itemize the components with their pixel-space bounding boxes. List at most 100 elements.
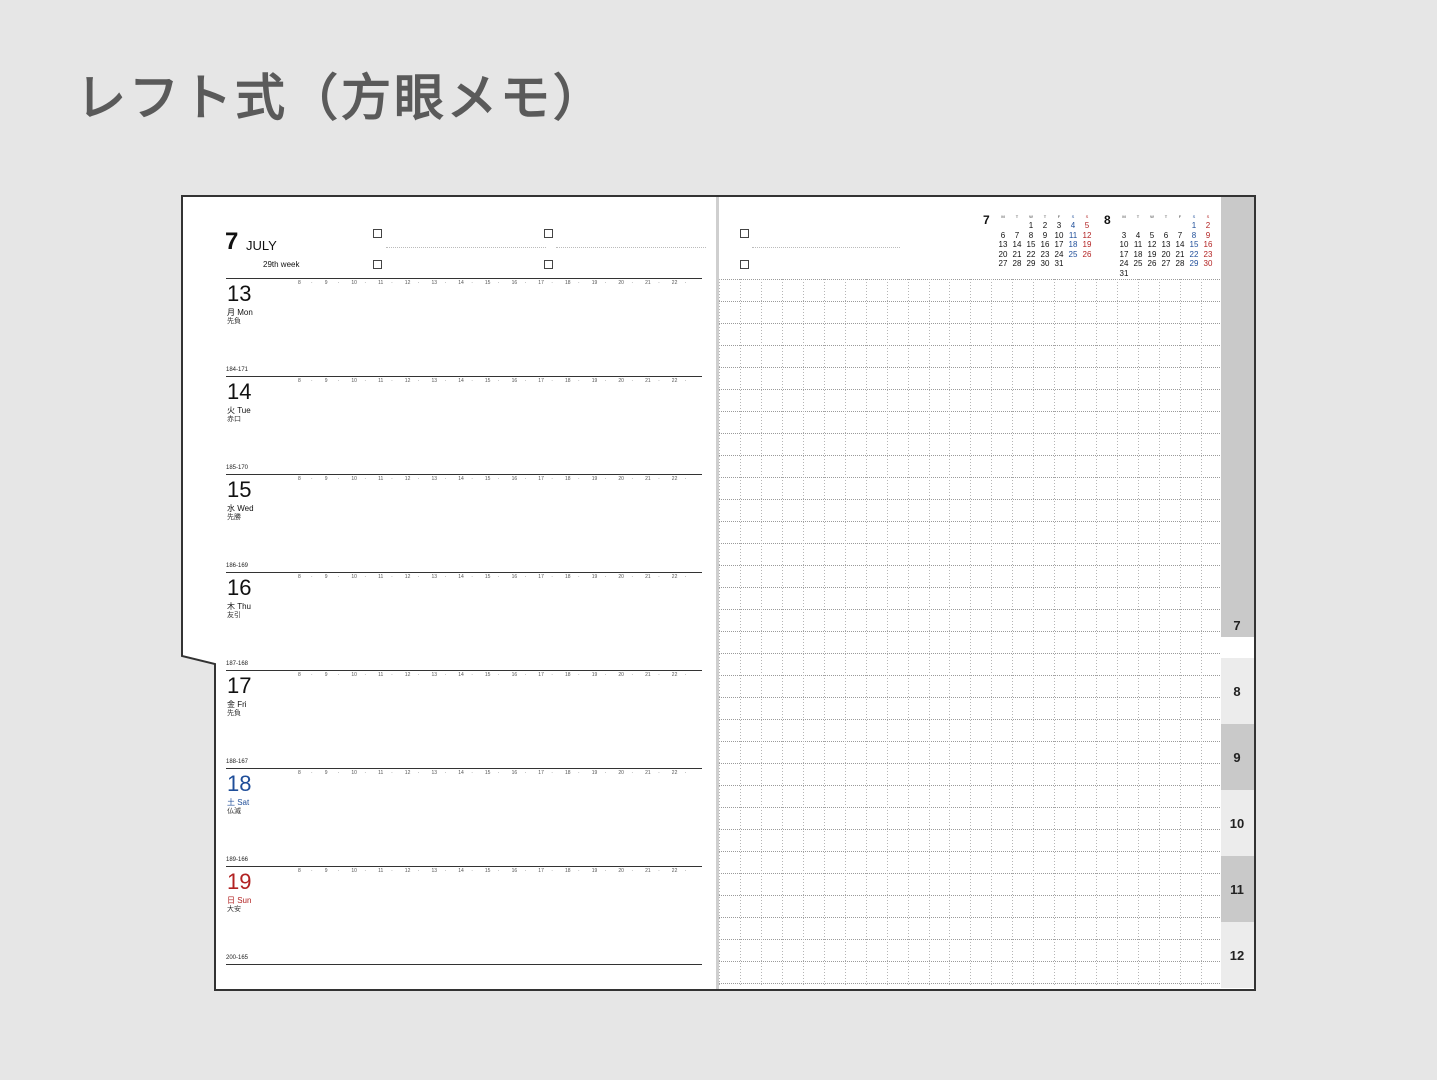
half-hour-dot: · [417, 476, 420, 482]
hour-tick: 15 [484, 574, 491, 580]
half-hour-dot: · [391, 770, 393, 776]
calendar-date: 1 [1191, 221, 1197, 230]
calendar-date: 5 [1149, 230, 1155, 240]
month-tab-label[interactable]: 10 [1222, 816, 1252, 831]
hour-tick: 12 [404, 770, 411, 776]
hour-tick: 19 [591, 574, 598, 580]
half-hour-dot: · [684, 770, 687, 776]
half-hour-dot: · [311, 378, 313, 384]
hour-tick: 8 [298, 378, 301, 384]
half-hour-dot: · [471, 280, 473, 286]
month-tab-label[interactable]: 11 [1222, 882, 1252, 897]
half-hour-dot: · [684, 574, 687, 580]
hour-tick: 14 [458, 280, 464, 286]
half-hour-dot: · [417, 770, 420, 776]
half-hour-dot: · [604, 770, 607, 776]
checkbox[interactable] [544, 229, 553, 238]
month-tab-label[interactable]: 9 [1222, 750, 1252, 765]
calendar-date: 27 [998, 259, 1008, 268]
half-hour-dot: · [311, 672, 313, 678]
hour-tick: 18 [565, 574, 571, 580]
week-label: 29th week [263, 260, 300, 269]
half-hour-dot: · [471, 868, 473, 874]
weekday-header: F [1057, 214, 1061, 219]
day-row[interactable]: 19 日 Sun 大安 200-165 8 · 9 · 10 · 11 · 12 · 13 · 14 · 15 · 16… [226, 866, 702, 964]
half-hour-dot: · [311, 574, 313, 580]
calendar-date: 17 [1119, 249, 1129, 259]
calendar-date: 27 [1161, 259, 1171, 268]
day-count: 200-165 [226, 955, 249, 961]
half-hour-dot: · [631, 280, 634, 286]
day-number: 17 [227, 673, 252, 698]
calendar-date: 15 [1189, 240, 1199, 249]
grid-memo-area[interactable] [719, 279, 1221, 985]
half-hour-dot: · [391, 574, 393, 580]
hour-tick: 20 [618, 476, 624, 482]
half-hour-dot: · [497, 868, 500, 874]
calendar-date: 24 [1119, 259, 1129, 268]
day-rule [226, 866, 702, 867]
day-number: 15 [227, 477, 252, 502]
day-row[interactable]: 14 火 Tue 赤口 185-170 8 · 9 · 10 · 11 · 12 · 13 · 14 · 15 · 16… [226, 376, 702, 474]
checkbox[interactable] [544, 260, 553, 269]
calendar-date: 23 [1040, 249, 1050, 259]
half-hour-dot: · [444, 672, 447, 678]
hour-tick: 8 [298, 770, 301, 776]
calendar-date: 6 [1163, 230, 1169, 240]
hour-tick: 8 [298, 868, 301, 874]
hour-scale: 8 · 9 · 10 · 11 · 12 · 13 · 14 · 15 · 16 · 17 · 18 · 19 · 20 · 21 ·… [298, 574, 698, 582]
day-row[interactable]: 17 金 Fri 先負 188-167 8 · 9 · 10 · 11 · 12 · 13 · 14 · 15 · 16… [226, 670, 702, 768]
weekday-header: S [1071, 214, 1075, 219]
hour-tick: 10 [351, 280, 357, 286]
weekday-header: M [1122, 214, 1126, 219]
hour-scale: 8 · 9 · 10 · 11 · 12 · 13 · 14 · 15 · 16 · 17 · 18 · 19 · 20 · 21 ·… [298, 672, 698, 680]
weekday-header: F [1178, 214, 1182, 219]
half-hour-dot: · [604, 378, 607, 384]
day-count: 186-169 [226, 563, 249, 569]
half-hour-dot: · [578, 280, 580, 286]
rokuyo-label: 先勝 [227, 513, 241, 521]
hour-tick: 16 [511, 868, 518, 874]
month-tab-label[interactable]: 7 [1222, 618, 1252, 633]
checkbox[interactable] [373, 260, 382, 269]
hour-tick: 22 [671, 280, 678, 286]
month-name: JULY [246, 238, 277, 253]
calendar-date: 23 [1203, 249, 1213, 259]
hour-tick: 19 [591, 770, 598, 776]
half-hour-dot: · [578, 770, 580, 776]
hour-tick: 17 [538, 770, 544, 776]
hour-tick: 16 [511, 770, 518, 776]
day-row[interactable]: 15 水 Wed 先勝 186-169 8 · 9 · 10 · 11 · 12 · 13 · 14 · 15 · 16… [226, 474, 702, 572]
month-tab-label[interactable]: 12 [1222, 948, 1252, 963]
half-hour-dot: · [417, 868, 420, 874]
hour-tick: 16 [511, 378, 518, 384]
day-number: 13 [227, 281, 252, 306]
bottom-rule [226, 964, 702, 965]
hour-tick: 8 [298, 574, 301, 580]
calendar-date: 20 [1161, 249, 1171, 259]
day-count: 188-167 [226, 759, 249, 765]
hour-tick: 21 [645, 378, 651, 384]
hour-tick: 9 [324, 770, 328, 776]
checkbox[interactable] [740, 229, 749, 238]
hour-tick: 12 [404, 868, 411, 874]
checkbox[interactable] [740, 260, 749, 269]
checkbox[interactable] [373, 229, 382, 238]
hour-tick: 13 [431, 280, 438, 286]
hour-tick: 20 [618, 574, 624, 580]
half-hour-dot: · [497, 574, 500, 580]
day-row[interactable]: 16 木 Thu 友引 187-168 8 · 9 · 10 · 11 · 12 · 13 · 14 · 15 · 16… [226, 572, 702, 670]
rokuyo-label: 先負 [227, 317, 241, 325]
hour-tick: 16 [511, 574, 518, 580]
month-tab-label[interactable]: 8 [1222, 684, 1252, 699]
calendar-date: 2 [1205, 221, 1211, 230]
half-hour-dot: · [631, 770, 634, 776]
day-row[interactable]: 18 土 Sat 仏滅 189-166 8 · 9 · 10 · 11 · 12 · 13 · 14 · 15 · 16… [226, 768, 702, 866]
day-row[interactable]: 13 月 Mon 先負 184-171 8 · 9 · 10 · 11 · 12 · 13 · 14 · 15 · 16… [226, 278, 702, 376]
hour-tick: 10 [351, 574, 357, 580]
hour-tick: 13 [431, 672, 438, 678]
calendar-date: 16 [1203, 240, 1213, 249]
calendar-date: 25 [1133, 259, 1143, 268]
half-hour-dot: · [391, 476, 393, 482]
hour-tick: 15 [484, 868, 491, 874]
